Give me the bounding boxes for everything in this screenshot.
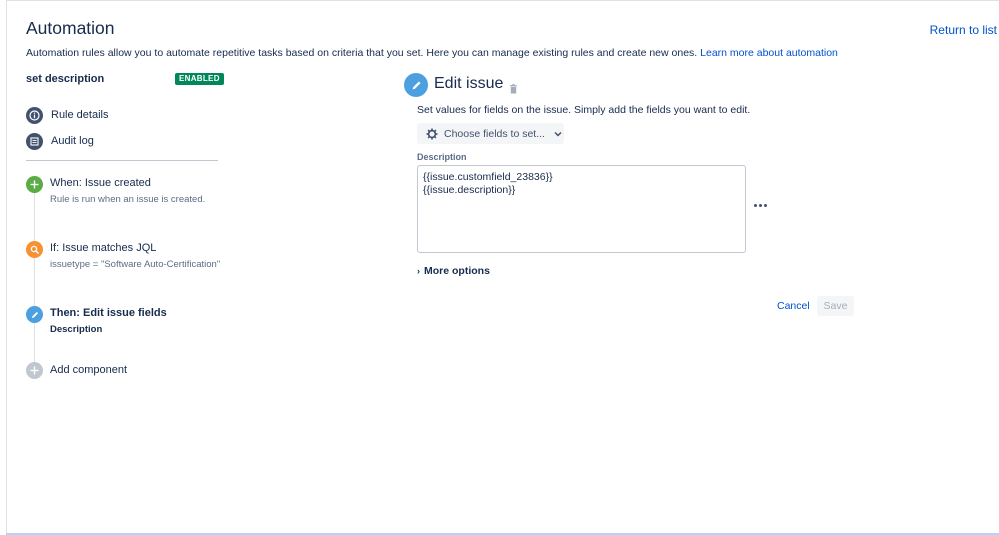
nav-rule-details-label: Rule details	[51, 109, 109, 121]
left-border	[6, 0, 7, 535]
gear-icon	[426, 128, 438, 140]
chevron-right-icon: ›	[417, 266, 420, 276]
panel-title: Edit issue	[434, 75, 504, 92]
choose-fields-dropdown[interactable]: Choose fields to set...	[417, 123, 564, 144]
more-options-toggle[interactable]: › More options	[417, 265, 490, 277]
plus-icon	[26, 362, 43, 379]
trash-icon[interactable]	[509, 81, 518, 99]
page-description: Automation rules allow you to automate r…	[26, 47, 838, 59]
save-button[interactable]: Save	[817, 296, 854, 316]
info-icon	[26, 106, 43, 124]
sidebar-divider	[26, 160, 218, 161]
status-badge: ENABLED	[175, 73, 224, 85]
return-to-list-link[interactable]: Return to list	[930, 23, 997, 37]
add-component-label: Add component	[50, 364, 128, 376]
pencil-icon	[26, 306, 43, 323]
choose-fields-label: Choose fields to set...	[444, 127, 545, 140]
step-subtitle: Description	[50, 324, 103, 335]
nav-rule-details[interactable]: Rule details	[26, 106, 108, 124]
list-icon	[26, 132, 43, 150]
learn-more-link[interactable]: Learn more about automation	[700, 47, 838, 59]
nav-audit-log-label: Audit log	[51, 135, 94, 147]
plus-icon	[26, 176, 43, 193]
step-title: If: Issue matches JQL	[50, 242, 157, 254]
rule-name: set description	[26, 73, 105, 85]
top-border	[6, 0, 999, 1]
description-field-label: Description	[417, 152, 467, 162]
step-title: Then: Edit issue fields	[50, 307, 167, 319]
more-actions-icon[interactable]	[754, 204, 767, 207]
step-title: When: Issue created	[50, 177, 151, 189]
panel-description: Set values for fields on the issue. Simp…	[417, 104, 751, 116]
app-frame: Automation Return to list Automation rul…	[0, 0, 999, 535]
page-description-text: Automation rules allow you to automate r…	[26, 47, 698, 59]
step-subtitle: issuetype = "Software Auto-Certification…	[50, 259, 221, 270]
pencil-icon	[404, 73, 428, 97]
cancel-button[interactable]: Cancel	[771, 300, 816, 312]
rule-timeline-line	[34, 192, 35, 364]
more-options-label: More options	[424, 265, 490, 277]
page-title: Automation	[26, 18, 115, 38]
description-field[interactable]: {{issue.customfield_23836}} {{issue.desc…	[417, 165, 746, 253]
search-icon	[26, 241, 43, 258]
description-line-1: {{issue.customfield_23836}}	[423, 171, 553, 183]
step-subtitle: Rule is run when an issue is created.	[50, 194, 206, 205]
nav-audit-log[interactable]: Audit log	[26, 132, 94, 150]
chevron-down-icon	[554, 131, 562, 137]
description-line-2: {{issue.description}}	[423, 184, 516, 196]
